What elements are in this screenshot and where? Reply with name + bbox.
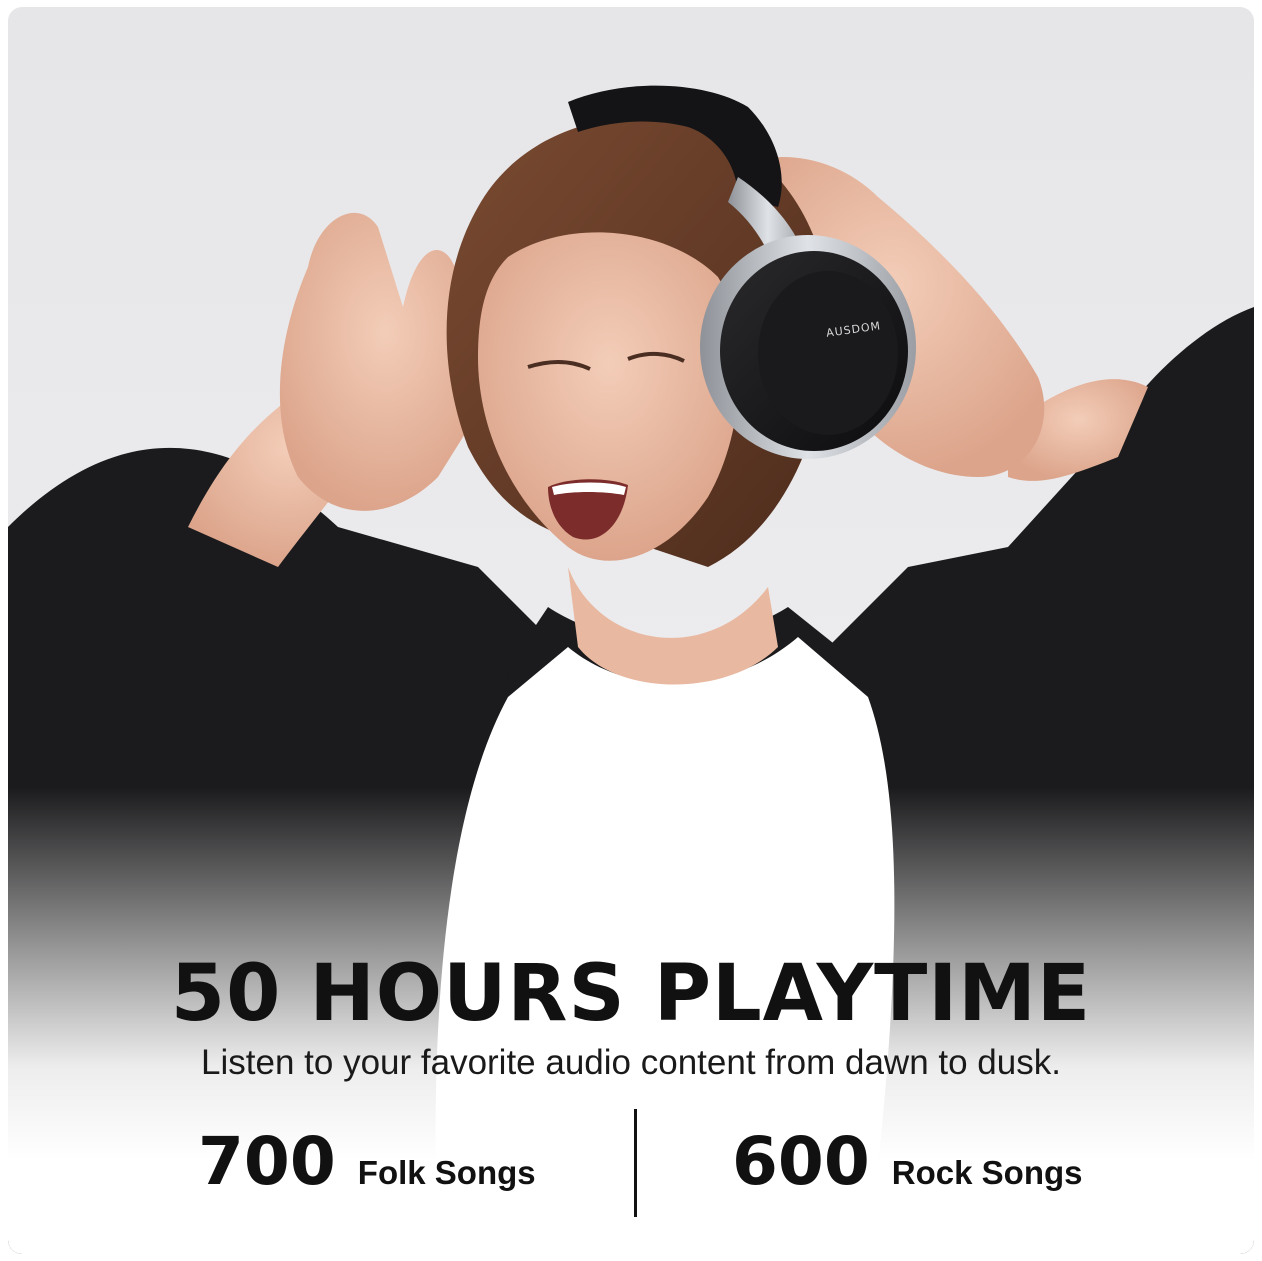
stat-label: Folk Songs [357,1154,536,1191]
headphone-ear-cup [700,235,916,459]
stat-number: 700 [198,1123,336,1200]
stat-label: Rock Songs [891,1154,1083,1191]
stat-number: 600 [732,1123,870,1200]
subheadline: Listen to your favorite audio content fr… [201,1043,1061,1082]
product-banner: AUSDOM 50 HOURS PLAYTIME Listen to your … [8,7,1254,1254]
left-hand [188,212,491,567]
headline: 50 HOURS PLAYTIME [170,949,1092,1039]
stat-divider [634,1109,637,1217]
stat-rock-songs: 600 Rock Songs [732,1117,1082,1207]
stat-folk-songs: 700 Folk Songs [198,1117,536,1207]
